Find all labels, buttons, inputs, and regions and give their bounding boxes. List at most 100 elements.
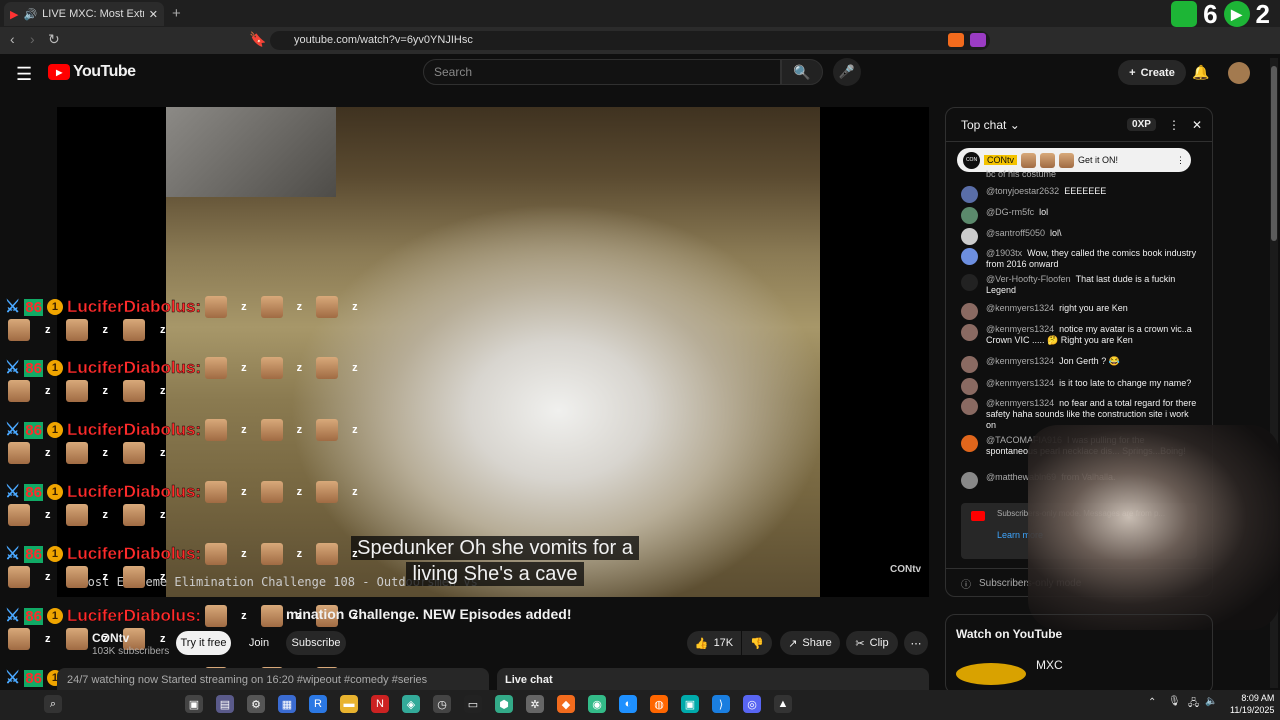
chat-author[interactable]: @tonyjoestar2632	[986, 186, 1059, 196]
close-tab-icon[interactable]: ✕	[149, 8, 158, 21]
map-icon[interactable]: ⬢	[495, 695, 513, 713]
chat-author[interactable]: @kenmyers1324	[986, 378, 1054, 388]
chat-avatar[interactable]	[961, 274, 978, 291]
join-button[interactable]: Join	[242, 631, 276, 655]
chat-author[interactable]: @kenmyers1324	[986, 398, 1054, 408]
chat-avatar[interactable]	[961, 186, 978, 203]
remote-icon[interactable]: R	[309, 695, 327, 713]
task-view-icon[interactable]: ▣	[185, 695, 203, 713]
chat-author[interactable]: @santroff5050	[986, 228, 1045, 238]
tab-title: LIVE MXC: Most Extreme Elimination	[42, 8, 144, 20]
subscribe-button[interactable]: Subscribe	[286, 631, 346, 655]
share-button[interactable]: ↗ Share	[780, 631, 840, 655]
photos-icon[interactable]: ◈	[402, 695, 420, 713]
try-it-free-button[interactable]: Try it free	[176, 631, 231, 655]
chat-message[interactable]: @kenmyers1324 is it too late to change my…	[961, 378, 1197, 395]
clock-date: 11/19/2025	[1230, 705, 1275, 715]
terminal-icon[interactable]: ▭	[464, 695, 482, 713]
app-icon[interactable]: ▦	[278, 695, 296, 713]
vscode-icon[interactable]: ⟩	[712, 695, 730, 713]
chat-message[interactable]: @santroff5050 lol\	[961, 228, 1197, 245]
top-chat-dropdown[interactable]: Top chat ⌄	[961, 118, 1020, 132]
clock-icon[interactable]: ◷	[433, 695, 451, 713]
new-tab-icon[interactable]: +	[172, 5, 181, 22]
chat-message[interactable]: @kenmyers1324 Jon Gerth ? 😂	[961, 356, 1197, 373]
account-avatar[interactable]	[1228, 62, 1250, 84]
chat-author[interactable]: @DG-rm5fc	[986, 207, 1034, 217]
news-icon[interactable]: N	[371, 695, 389, 713]
scrollbar-thumb[interactable]	[1271, 66, 1277, 241]
firefox-icon[interactable]: ◍	[650, 695, 668, 713]
volume-icon[interactable]: 🔈	[1205, 696, 1217, 707]
z-text: z	[160, 571, 166, 583]
chat-avatar[interactable]	[961, 248, 978, 265]
hamburger-menu-icon[interactable]: ☰	[16, 64, 32, 85]
bookmark-icon[interactable]: 🔖	[249, 31, 266, 48]
files-icon[interactable]: ▤	[216, 695, 234, 713]
notifications-bell-icon[interactable]: 🔔	[1192, 64, 1209, 81]
discord-icon[interactable]: ◎	[743, 695, 761, 713]
z-text: z	[296, 486, 303, 498]
chat-message[interactable]: @kenmyers1324 notice my avatar is a crown…	[961, 324, 1197, 346]
xp-badge[interactable]: 0XP	[1127, 118, 1156, 131]
reload-icon[interactable]: ↻	[48, 31, 60, 48]
channel-name[interactable]: CONtv	[92, 631, 129, 645]
app-icon[interactable]: ▲	[774, 695, 792, 713]
youtube-logo[interactable]: ▶ YouTube	[48, 63, 136, 81]
close-chat-icon[interactable]: ✕	[1192, 118, 1202, 132]
forward-icon[interactable]: ›	[30, 31, 35, 47]
system-clock[interactable]: 8:09 AM 11/19/2025	[1230, 692, 1274, 716]
browser-tab[interactable]: ▶ 🔊 LIVE MXC: Most Extreme Elimination ✕	[4, 2, 164, 26]
folder-icon[interactable]: ▬	[340, 695, 358, 713]
more-vert-icon[interactable]: ⋮	[1168, 118, 1180, 132]
chat-avatar[interactable]	[961, 378, 978, 395]
more-vert-icon[interactable]: ⋮	[1176, 155, 1185, 166]
search-icon[interactable]: ⌕	[44, 695, 62, 713]
media-icon[interactable]: ▣	[681, 695, 699, 713]
settings-gear-icon[interactable]: ✲	[526, 695, 544, 713]
chat-author[interactable]: @kenmyers1324	[986, 324, 1054, 334]
chat-author[interactable]: @1903tx	[986, 248, 1022, 258]
network-icon[interactable]: 🖧	[1188, 696, 1199, 713]
watch-on-youtube-panel[interactable]: Watch on YouTube MXC	[945, 614, 1213, 694]
clip-button[interactable]: ✂ Clip	[846, 631, 898, 655]
chat-message[interactable]: @tonyjoestar2632 EEEEEEE	[961, 186, 1197, 203]
chrome-icon[interactable]: ◉	[588, 695, 606, 713]
overlay-chat-line: ⚔861LuciferDiabolus: z z z	[5, 357, 368, 379]
chat-avatar[interactable]	[961, 303, 978, 320]
chat-message[interactable]: @DG-rm5fc lol	[961, 207, 1197, 224]
voice-search-button[interactable]: 🎤	[833, 58, 861, 86]
search-button[interactable]: 🔍	[781, 59, 823, 85]
chat-author[interactable]: @kenmyers1324	[986, 303, 1054, 313]
chat-message[interactable]: @1903tx Wow, they called the comics book …	[961, 248, 1197, 270]
chat-author[interactable]: @Ver-Hoofty-Floofen	[986, 274, 1071, 284]
z-text: z	[45, 509, 51, 521]
video-frame[interactable]	[166, 107, 820, 597]
chat-message[interactable]: @kenmyers1324 right you are Ken	[961, 303, 1197, 320]
brave-icon[interactable]: ◆	[557, 695, 575, 713]
more-actions-button[interactable]: ⋯	[904, 631, 928, 655]
audio-icon[interactable]: 🔊	[23, 8, 37, 21]
mic-tray-icon[interactable]: 🎙	[1168, 696, 1181, 707]
settings-icon[interactable]: ⚙	[247, 695, 265, 713]
chat-avatar[interactable]	[961, 324, 978, 341]
brave-shield-icon[interactable]	[948, 33, 964, 47]
create-button[interactable]: + Create	[1118, 60, 1186, 85]
chat-avatar[interactable]	[961, 228, 978, 245]
emoji-face-icon	[316, 296, 339, 318]
like-button[interactable]: 👍 17K	[687, 631, 741, 655]
chat-avatar[interactable]	[961, 207, 978, 224]
chat-avatar[interactable]	[961, 356, 978, 373]
chat-message[interactable]: @Ver-Hoofty-Floofen That last dude is a f…	[961, 274, 1197, 296]
edge-icon[interactable]: ◐	[619, 695, 637, 713]
url-field[interactable]: youtube.com/watch?v=6yv0YNJIHsc	[270, 31, 990, 50]
chat-avatar[interactable]	[961, 472, 978, 489]
dislike-button[interactable]: 👎	[742, 631, 772, 655]
chat-author[interactable]: @kenmyers1324	[986, 356, 1054, 366]
brave-rewards-icon[interactable]	[970, 33, 986, 47]
tray-chevron-icon[interactable]: ⌃	[1148, 697, 1156, 708]
back-icon[interactable]: ‹	[10, 31, 15, 47]
chat-avatar[interactable]	[961, 435, 978, 452]
chat-avatar[interactable]	[961, 398, 978, 415]
search-input[interactable]: Search	[423, 59, 781, 85]
